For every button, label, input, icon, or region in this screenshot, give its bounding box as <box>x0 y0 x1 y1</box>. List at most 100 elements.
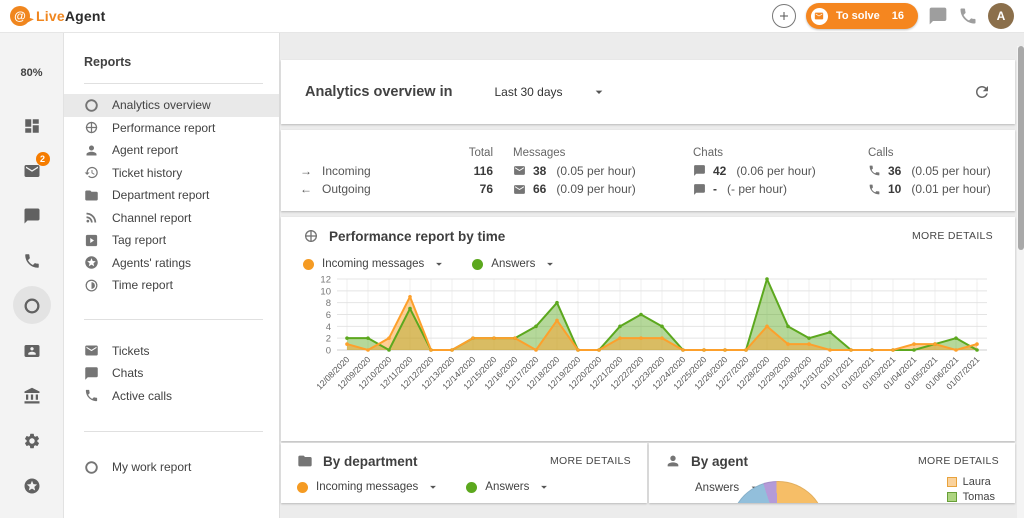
reports-panel: Reports Analytics overview Performance r… <box>64 33 280 518</box>
bank-icon <box>23 387 41 405</box>
agent-pie-legend: Laura Tomas <box>947 476 995 503</box>
tomas-swatch-icon <box>947 492 957 502</box>
envelope-icon <box>513 183 526 196</box>
svg-text:10: 10 <box>320 286 331 297</box>
nav-item-tag-report[interactable]: Tag report <box>64 229 279 252</box>
orange-dot-icon <box>297 482 308 493</box>
performance-more-details-link[interactable]: MORE DETAILS <box>912 230 993 242</box>
nav-item-label: Analytics overview <box>112 98 211 112</box>
scrollbar-thumb[interactable] <box>1018 46 1024 250</box>
calls-incoming: 36(0.05 per hour) <box>848 164 1015 178</box>
target-icon <box>303 228 319 244</box>
by-department-card: By department MORE DETAILS Incoming mess… <box>281 443 647 503</box>
agent-more-details-link[interactable]: MORE DETAILS <box>918 455 999 467</box>
nav-item-label: Active calls <box>112 389 172 403</box>
nav-item-ticket-history[interactable]: Ticket history <box>64 162 279 185</box>
row-label-incoming: →Incoming <box>300 164 447 178</box>
date-range-value: Last 30 days <box>494 85 562 99</box>
circle-icon <box>84 460 99 475</box>
icon-rail: 80% 2 <box>0 33 64 518</box>
phone-icon <box>868 164 881 177</box>
phone-icon <box>868 183 881 196</box>
rail-calls-button[interactable] <box>10 238 54 283</box>
nav-item-label: My work report <box>112 460 191 474</box>
liveagent-logo[interactable]: @ LiveAgent <box>10 6 106 26</box>
nav-item-label: Tag report <box>112 233 166 247</box>
nav-item-channel-report[interactable]: Channel report <box>64 207 279 230</box>
person-icon <box>665 453 681 469</box>
person-icon <box>84 143 99 158</box>
svg-text:0: 0 <box>326 346 331 357</box>
rss-icon <box>84 210 99 225</box>
calls-topbar-button[interactable] <box>958 6 978 26</box>
green-dot-icon <box>466 482 477 493</box>
to-solve-button[interactable]: To solve 16 <box>806 3 918 29</box>
chats-outgoing: -(- per hour) <box>673 182 848 196</box>
arrow-right-icon: → <box>300 164 312 178</box>
stats-card: Total Messages Chats Calls →Incoming 116… <box>281 130 1015 211</box>
nav-item-performance-report[interactable]: Performance report <box>64 117 279 140</box>
main-content: Analytics overview in Last 30 days Total… <box>280 33 1024 518</box>
rail-company-button[interactable] <box>10 373 54 418</box>
gear-icon <box>23 432 41 450</box>
legend-answers-dropdown[interactable]: Answers <box>472 257 557 271</box>
row-label-outgoing: ←Outgoing <box>300 182 447 196</box>
add-new-button[interactable] <box>772 4 796 28</box>
chat-icon <box>23 207 41 225</box>
legend-incoming-dropdown[interactable]: Incoming messages <box>303 257 446 271</box>
date-range-select[interactable]: Last 30 days <box>494 84 606 100</box>
col-header-chats: Chats <box>673 147 848 159</box>
chats-incoming: 42(0.06 per hour) <box>673 164 848 178</box>
tickets-badge: 2 <box>36 152 50 166</box>
nav-item-label: Ticket history <box>112 166 182 180</box>
nav-item-label: Performance report <box>112 121 215 135</box>
svg-text:2: 2 <box>326 334 331 345</box>
total-outgoing: 76 <box>447 182 493 196</box>
nav-item-active-calls[interactable]: Active calls <box>64 385 279 408</box>
rail-settings-button[interactable] <box>10 418 54 463</box>
to-solve-label: To solve <box>836 10 880 22</box>
rail-tickets-button[interactable]: 2 <box>10 148 54 193</box>
tag-icon <box>84 233 99 248</box>
phone-icon <box>84 388 99 403</box>
nav-item-time-report[interactable]: Time report <box>64 274 279 297</box>
plus-icon <box>778 10 790 22</box>
rail-reports-button[interactable] <box>10 283 54 328</box>
to-solve-envelope-icon <box>811 8 828 25</box>
department-more-details-link[interactable]: MORE DETAILS <box>550 455 631 467</box>
laura-swatch-icon <box>947 477 957 487</box>
avatar[interactable]: A <box>988 3 1014 29</box>
page-title: Analytics overview in <box>305 84 452 100</box>
rail-dashboard-button[interactable] <box>10 103 54 148</box>
chevron-down-icon <box>543 257 557 271</box>
rail-ratings-button[interactable] <box>10 463 54 508</box>
rail-chats-button[interactable] <box>10 193 54 238</box>
phone-icon <box>23 252 41 270</box>
chats-topbar-button[interactable] <box>928 6 948 26</box>
to-solve-count: 16 <box>892 10 904 22</box>
by-agent-title: By agent <box>691 454 748 469</box>
nav-item-label: Channel report <box>112 211 191 225</box>
nav-item-department-report[interactable]: Department report <box>64 184 279 207</box>
rail-contacts-button[interactable] <box>10 328 54 373</box>
nav-item-agents-ratings[interactable]: Agents' ratings <box>64 252 279 275</box>
legend-item-laura: Laura <box>947 476 995 488</box>
messages-incoming: 38(0.05 per hour) <box>493 164 673 178</box>
messages-outgoing: 66(0.09 per hour) <box>493 182 673 196</box>
calls-outgoing: 10(0.01 per hour) <box>848 182 1015 196</box>
refresh-icon[interactable] <box>973 83 991 101</box>
history-icon <box>84 165 99 180</box>
nav-item-my-work-report[interactable]: My work report <box>64 456 279 479</box>
chevron-down-icon <box>432 257 446 271</box>
envelope-icon <box>513 164 526 177</box>
nav-item-tickets[interactable]: Tickets <box>64 340 279 363</box>
dept-legend-answers-dropdown[interactable]: Answers <box>466 480 551 494</box>
percent-label: 80% <box>20 67 42 79</box>
nav-item-analytics-overview[interactable]: Analytics overview <box>64 94 279 117</box>
nav-item-agent-report[interactable]: Agent report <box>64 139 279 162</box>
nav-item-chats[interactable]: Chats <box>64 362 279 385</box>
col-header-messages: Messages <box>493 147 673 159</box>
col-header-total: Total <box>447 147 493 159</box>
dept-legend-incoming-dropdown[interactable]: Incoming messages <box>297 480 440 494</box>
green-dot-icon <box>472 259 483 270</box>
